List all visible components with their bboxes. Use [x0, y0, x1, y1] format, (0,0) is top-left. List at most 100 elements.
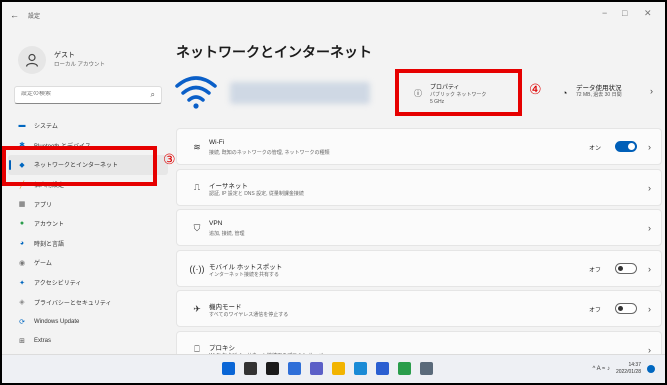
- widgets-icon[interactable]: [288, 362, 301, 375]
- sidebar-item-label: システム: [34, 124, 58, 131]
- sidebar-item[interactable]: ◈ プライバシーとセキュリティ: [8, 292, 168, 312]
- edge-icon[interactable]: [354, 362, 367, 375]
- settings-window: ← 設定 − □ ✕ ゲスト ローカル アカウント ⌕ ▬システム✱Blueto…: [2, 2, 665, 383]
- wifi-icon: ≋: [193, 141, 201, 152]
- sidebar-item-label: 時刻と言語: [34, 241, 65, 248]
- sidebar-item-label: ゲーム: [34, 261, 52, 268]
- title-bar: ← 設定 − □ ✕: [2, 2, 665, 28]
- extras-icon: ⊞: [19, 338, 25, 346]
- gamepad-icon: ◉: [18, 259, 26, 267]
- hotspot-icon: ((·)): [189, 263, 205, 274]
- settings-card[interactable]: ⛉ VPN 追加, 接続, 管理 ›: [176, 209, 662, 246]
- card-subtitle: 認証, IP 設定と DNS 設定, 従量制課金接続: [209, 190, 304, 197]
- task-view-icon[interactable]: [266, 362, 279, 375]
- chevron-right-icon: ›: [648, 263, 651, 274]
- network-name-blurred: [230, 82, 370, 104]
- chrome-icon[interactable]: [398, 362, 411, 375]
- settings-card[interactable]: ⎍ イーサネット 認証, IP 設定と DNS 設定, 従量制課金接続 ›: [176, 168, 662, 206]
- display-icon: ▬: [18, 122, 26, 130]
- card-title: VPN: [209, 220, 223, 227]
- explorer-icon[interactable]: [332, 362, 345, 375]
- toggle-switch[interactable]: [615, 303, 637, 314]
- wifi-large-icon: [175, 76, 217, 109]
- sidebar-item[interactable]: ⟳ Windows Update: [8, 312, 168, 332]
- system-tray: ^ A ≈ ♪ 14:37 2022/01/28: [593, 362, 655, 376]
- toggle-switch[interactable]: [615, 141, 637, 152]
- store-icon[interactable]: [376, 362, 389, 375]
- chevron-right-icon: ›: [650, 86, 653, 96]
- chevron-right-icon: ›: [648, 142, 651, 152]
- notification-badge-icon[interactable]: [647, 365, 655, 373]
- maximize-button[interactable]: □: [622, 8, 627, 18]
- data-usage-sub: 72 MB, 過去 30 日間: [576, 92, 622, 98]
- sidebar-item-label: アプリ: [34, 202, 53, 209]
- tray-symbols[interactable]: ^ A ≈ ♪: [593, 366, 610, 372]
- settings-card[interactable]: ≋ Wi-Fi 接続, 既知のネットワークの管理, ネットワークの種類 オン ›: [176, 128, 662, 165]
- page-title: ネットワークとインターネット: [176, 44, 372, 60]
- sidebar-item[interactable]: ◉ ゲーム: [8, 253, 168, 273]
- clock-time: 14:37: [628, 362, 641, 368]
- settings-card[interactable]: ((·)) モバイル ホットスポット インターネット接続を共有する オフ ›: [176, 249, 662, 287]
- sidebar-item-label: Windows Update: [34, 318, 80, 325]
- chat-icon[interactable]: [310, 362, 323, 375]
- data-usage-button[interactable]: ◔ データ使用状況 72 MB, 過去 30 日間 ›: [560, 80, 660, 110]
- person-icon: [25, 53, 39, 67]
- start-icon[interactable]: [222, 362, 235, 375]
- globe-clock-icon: ◕: [19, 239, 25, 247]
- card-title: Wi-Fi: [209, 139, 225, 146]
- sidebar-item-label: アクセシビリティ: [34, 281, 82, 288]
- search-box[interactable]: ⌕: [14, 86, 162, 104]
- person-icon: ●: [19, 220, 25, 228]
- airplane-icon: ✈: [193, 303, 201, 314]
- user-account-type: ローカル アカウント: [54, 62, 106, 68]
- avatar[interactable]: [18, 46, 46, 74]
- sidebar-item[interactable]: ▬ システム: [8, 116, 168, 136]
- card-subtitle: すべてのワイヤレス通信を停止する: [209, 312, 289, 318]
- sidebar-item-label: プライバシーとセキュリティ: [34, 300, 112, 307]
- search-icon[interactable]: [244, 362, 257, 375]
- highlight-network-nav: [2, 146, 157, 186]
- ethernet-icon: ⎍: [193, 182, 201, 192]
- chevron-right-icon: ›: [648, 304, 651, 314]
- sidebar-item[interactable]: ◕ 時刻と言語: [8, 234, 168, 254]
- marker-4: ④: [529, 82, 542, 98]
- clock[interactable]: 14:37 2022/01/28: [616, 362, 641, 376]
- card-title: 機内モード: [209, 304, 242, 311]
- toggle-switch[interactable]: [615, 262, 637, 274]
- sidebar-item-label: Extras: [34, 338, 52, 345]
- toggle-state-label: オン: [588, 146, 601, 152]
- search-input[interactable]: [21, 91, 141, 97]
- clock-date: 2022/01/28: [615, 369, 641, 375]
- sidebar-item[interactable]: ▦ アプリ: [8, 194, 168, 214]
- card-title: プロキシ: [209, 344, 235, 352]
- window-title: 設定: [28, 14, 41, 20]
- user-name: ゲスト: [54, 52, 75, 59]
- card-subtitle: 接続, 既知のネットワークの管理, ネットワークの種類: [209, 150, 330, 156]
- card-title: モバイル ホットスポット: [209, 263, 283, 271]
- card-subtitle: 追加, 接続, 管理: [209, 231, 245, 237]
- apps-icon: ▦: [18, 201, 26, 209]
- minimize-button[interactable]: −: [602, 8, 607, 18]
- sidebar-item[interactable]: ● アカウント: [8, 214, 168, 234]
- taskbar: ^ A ≈ ♪ 14:37 2022/01/28: [2, 354, 665, 383]
- vpn-shield-icon: ⛉: [193, 222, 201, 233]
- sidebar: ゲスト ローカル アカウント ⌕ ▬システム✱Bluetooth とデバイス◆ネ…: [2, 28, 168, 354]
- settings-card[interactable]: ✈ 機内モード すべてのワイヤレス通信を停止する オフ ›: [176, 290, 662, 327]
- toggle-state-label: オフ: [588, 267, 601, 274]
- card-subtitle: インターネット接続を共有する: [209, 271, 280, 278]
- data-usage-icon: ◔: [562, 88, 568, 98]
- settings-icon[interactable]: [420, 362, 433, 375]
- search-icon: ⌕: [150, 90, 155, 99]
- accessibility-icon: ✦: [19, 279, 25, 287]
- marker-3: ③: [163, 152, 176, 168]
- highlight-properties: [395, 69, 522, 116]
- taskbar-icons: [222, 362, 433, 375]
- chevron-right-icon: ›: [648, 223, 651, 233]
- sidebar-item[interactable]: ✦ アクセシビリティ: [8, 273, 168, 293]
- close-button[interactable]: ✕: [644, 8, 652, 19]
- sidebar-item[interactable]: ⊞ Extras: [8, 332, 168, 352]
- back-arrow-icon[interactable]: ←: [10, 10, 19, 20]
- card-title: イーサネット: [209, 182, 248, 190]
- shield-icon: ◈: [19, 299, 25, 307]
- chevron-right-icon: ›: [648, 344, 651, 355]
